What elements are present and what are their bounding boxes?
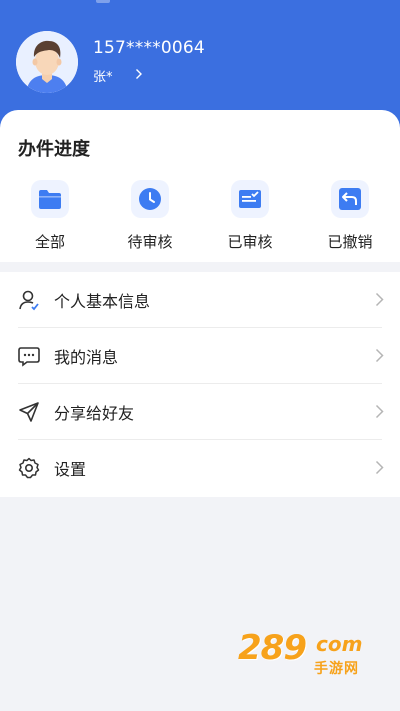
menu-label: 我的消息 [54, 348, 119, 367]
chevron-right-icon [135, 68, 143, 84]
avatar-image [16, 31, 78, 93]
share-icon [18, 401, 40, 423]
menu-item-settings[interactable]: 设置 [0, 440, 400, 496]
settings-icon [18, 457, 40, 479]
menu-label: 设置 [54, 460, 87, 479]
menu-item-messages[interactable]: 我的消息 [0, 328, 400, 384]
chevron-right-icon [375, 460, 384, 479]
section-gap [0, 262, 400, 272]
undo-icon [331, 180, 369, 218]
progress-card: 办件进度 全部 待审核 已审核 已撤销 [0, 110, 400, 262]
progress-label: 待审核 [127, 233, 173, 251]
menu-item-personal-info[interactable]: 个人基本信息 [0, 272, 400, 328]
menu-item-share[interactable]: 分享给好友 [0, 384, 400, 440]
progress-all-button[interactable]: 全部 [0, 180, 100, 252]
user-phone: 157****0064 [93, 38, 205, 58]
chevron-right-icon [375, 292, 384, 311]
progress-label: 已撤销 [327, 233, 373, 251]
user-name: 张* [93, 70, 113, 85]
progress-items: 全部 待审核 已审核 已撤销 [0, 180, 400, 252]
menu-label: 个人基本信息 [54, 292, 151, 311]
watermark-logo: 289 com 手游网 [232, 628, 392, 683]
chevron-right-icon [375, 348, 384, 367]
folder-icon [31, 180, 69, 218]
watermark-subtitle: 手游网 [314, 661, 359, 677]
chevron-right-icon [375, 404, 384, 423]
progress-title: 办件进度 [18, 139, 90, 160]
progress-revoked-button[interactable]: 已撤销 [300, 180, 400, 252]
person-icon [18, 289, 40, 311]
checked-list-icon [231, 180, 269, 218]
clock-icon [131, 180, 169, 218]
watermark-number: 289 [238, 628, 307, 668]
progress-pending-button[interactable]: 待审核 [100, 180, 200, 252]
watermark-domain: com [316, 632, 363, 656]
menu-label: 分享给好友 [54, 404, 135, 423]
progress-reviewed-button[interactable]: 已审核 [200, 180, 300, 252]
message-icon [18, 345, 40, 367]
avatar[interactable] [16, 31, 78, 93]
status-bar-indicator [96, 0, 110, 3]
settings-menu: 个人基本信息 我的消息 分享给好友 设置 [0, 272, 400, 497]
user-profile-link[interactable]: 张* [93, 66, 143, 85]
progress-label: 全部 [34, 233, 65, 251]
progress-label: 已审核 [227, 233, 273, 251]
